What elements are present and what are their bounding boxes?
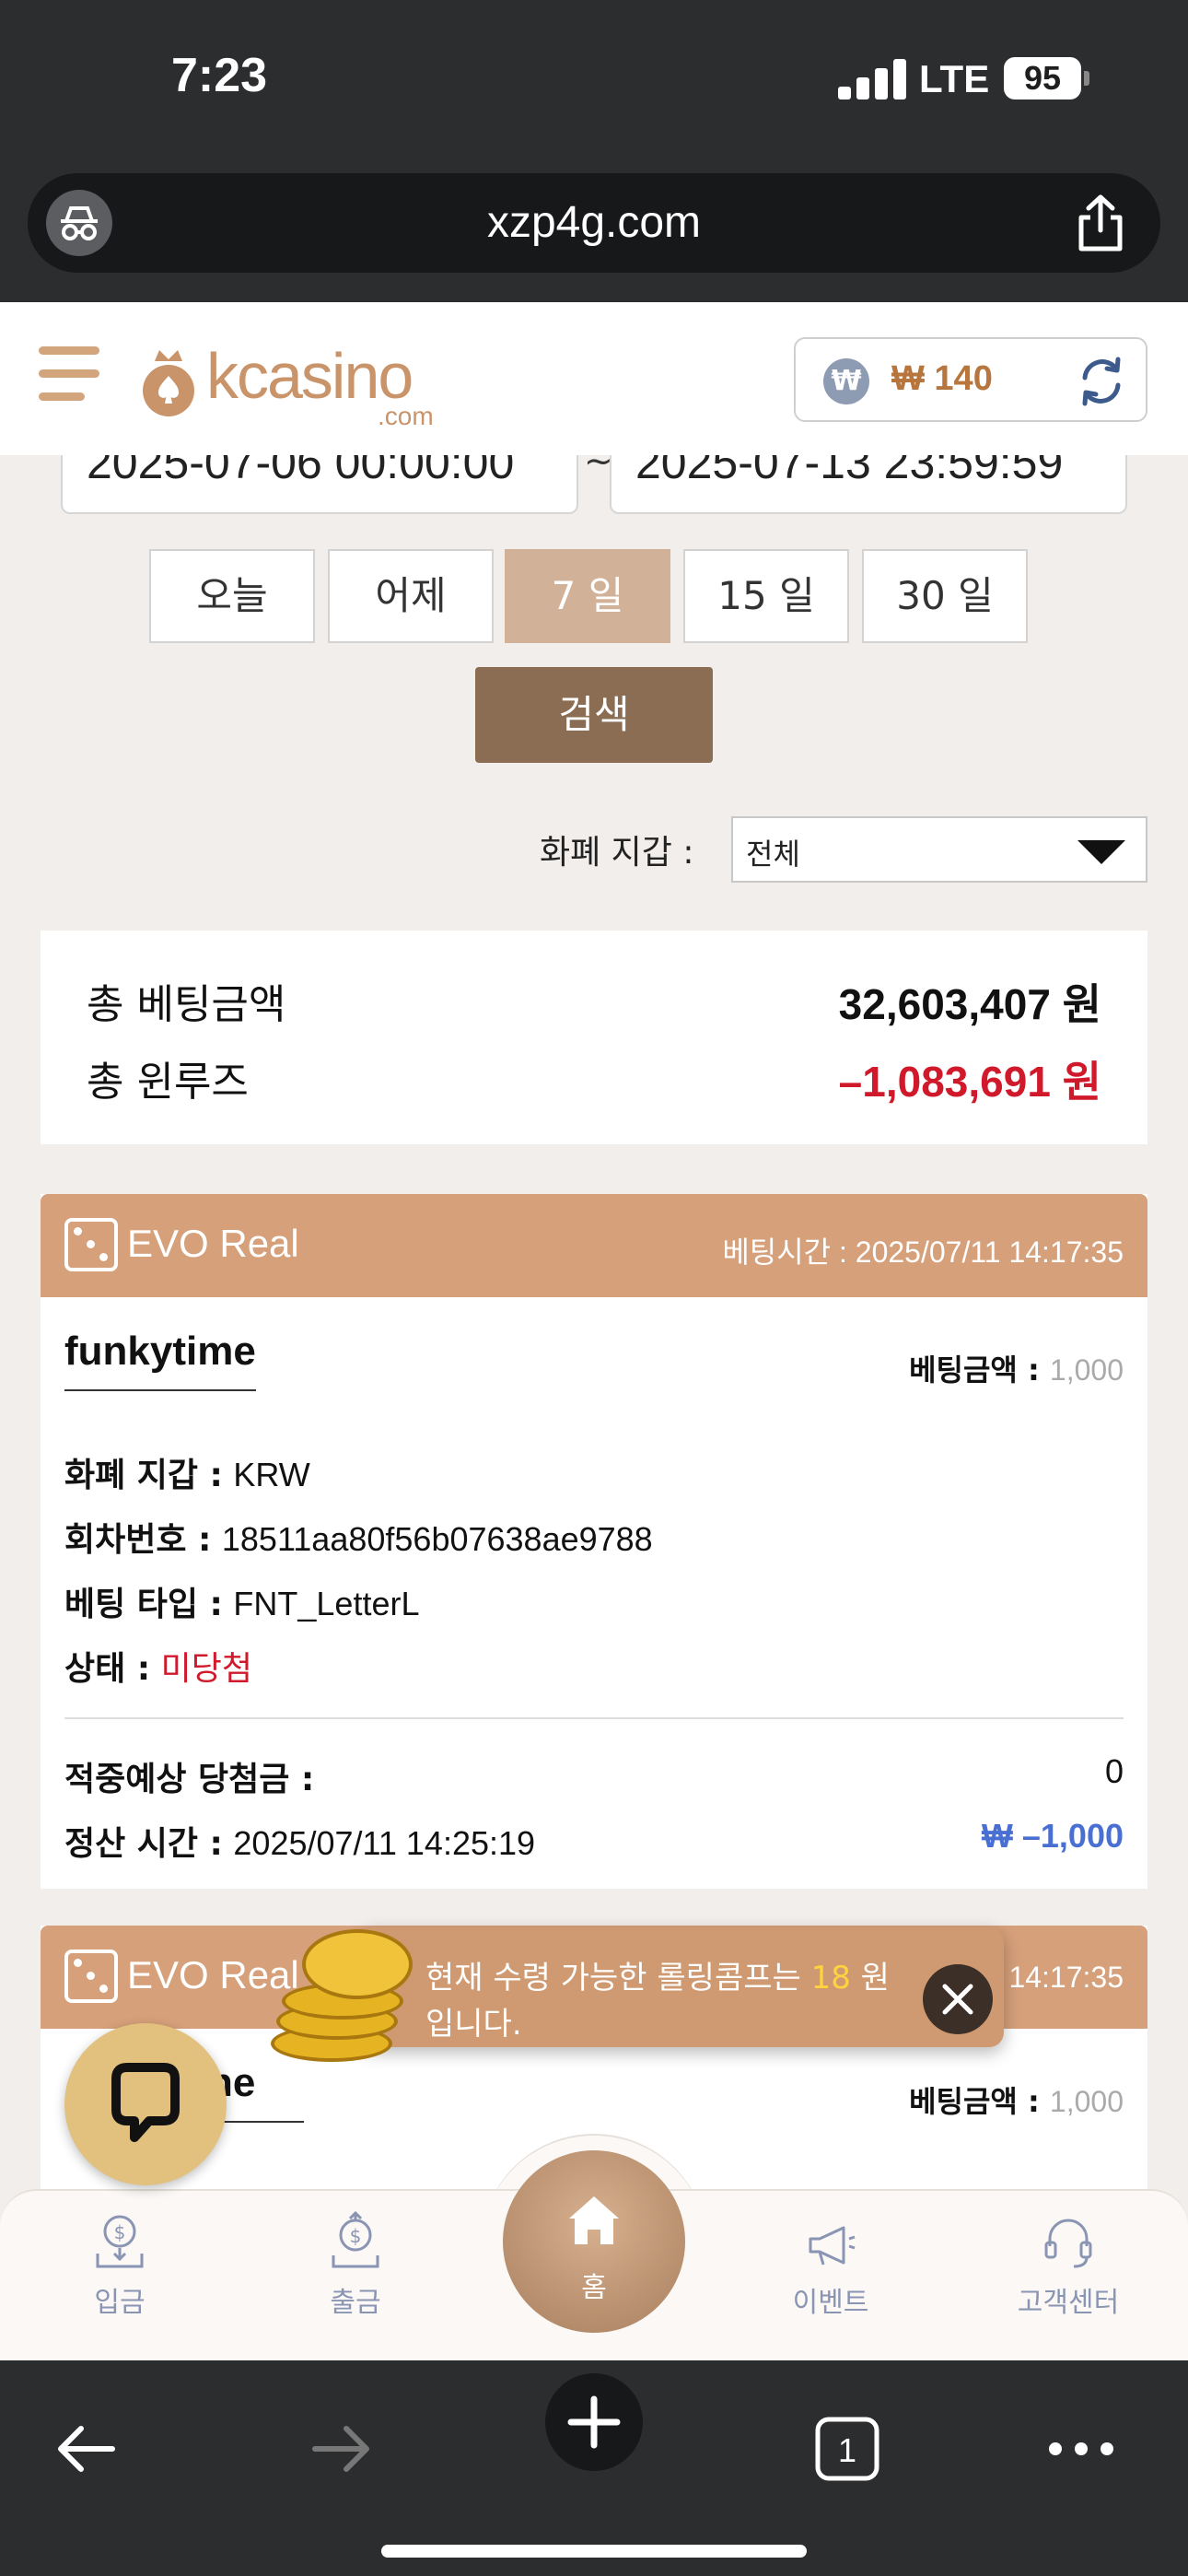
forward-arrow-icon[interactable] <box>302 2410 379 2488</box>
chat-button[interactable] <box>64 2023 227 2185</box>
total-bet-row: 총 베팅금액 32,603,407 원 <box>87 971 1101 1028</box>
card-divider <box>64 1717 1124 1719</box>
plus-icon <box>567 2395 621 2449</box>
total-bet-value: 32,603,407 원 <box>838 980 1101 1028</box>
site-header: kcasino .com ₩ ₩ 140 <box>0 302 1188 455</box>
share-icon[interactable] <box>1068 190 1133 256</box>
period-today-button[interactable]: 오늘 <box>149 549 315 643</box>
status-time: 7:23 <box>171 49 268 102</box>
more-icon[interactable] <box>1042 2410 1120 2488</box>
bet-card: EVO Real 베팅시간 : 2025/07/11 14:17:35 funk… <box>41 1194 1147 1889</box>
new-tab-button[interactable] <box>545 2373 643 2471</box>
game-name: funkytime <box>64 1329 256 1391</box>
bet-amount: 베팅금액 : 1,000 <box>909 1352 1124 1388</box>
toast-message: 현재 수령 가능한 롤링콤프는 18 원 입니다. <box>425 1960 890 2043</box>
balance-box: ₩ ₩ 140 <box>794 337 1147 422</box>
summary-panel: 총 베팅금액 32,603,407 원 총 윈루즈 –1,083,691 원 <box>41 931 1147 1144</box>
nav-support[interactable]: 고객센터 <box>985 2211 1151 2320</box>
settle-amount: ₩ –1,000 <box>981 1817 1124 1855</box>
bet-time: 베팅시간 : 2025/07/11 14:17:35 <box>722 1235 1124 1269</box>
network-type: LTE <box>919 57 990 100</box>
battery-tip <box>1084 71 1089 86</box>
period-30days-button[interactable]: 30 일 <box>862 549 1028 643</box>
period-yesterday-button[interactable]: 어제 <box>328 549 494 643</box>
balance-amount: ₩ 140 <box>891 359 993 398</box>
wallet-field: 화폐 지갑 : KRW <box>64 1456 310 1494</box>
dice-icon <box>64 1950 118 2003</box>
logo-domain: .com <box>378 402 434 430</box>
total-bet-label: 총 베팅금액 <box>87 981 286 1028</box>
chat-icon <box>111 2063 180 2142</box>
home-indicator <box>381 2545 807 2558</box>
wallet-select[interactable]: 전체 <box>731 816 1147 883</box>
url-text[interactable]: xzp4g.com <box>28 197 1160 248</box>
svg-text:$: $ <box>114 2221 126 2243</box>
close-icon[interactable] <box>923 1964 993 2034</box>
search-button[interactable]: 검색 <box>475 667 713 763</box>
bet-card-header: EVO Real 베팅시간 : 2025/07/11 14:17:35 <box>41 1194 1147 1297</box>
home-icon <box>569 2196 619 2244</box>
bet-amount: 베팅금액 : 1,000 <box>909 2084 1124 2119</box>
nav-events[interactable]: 이벤트 <box>748 2211 914 2320</box>
withdraw-icon: $ <box>332 2211 379 2268</box>
total-winloss-label: 총 윈루즈 <box>87 1059 249 1106</box>
expected-win-label: 적중예상 당첨금 : <box>64 1761 315 1798</box>
period-7days-button[interactable]: 7 일 <box>505 549 670 643</box>
rolling-comp-toast: 현재 수령 가능한 롤링콤프는 18 원 입니다. <box>359 1927 1004 2047</box>
total-winloss-value: –1,083,691 원 <box>838 1058 1101 1106</box>
signal-icon <box>838 59 908 100</box>
nav-withdraw[interactable]: $ 출금 <box>273 2211 438 2320</box>
back-arrow-icon[interactable] <box>48 2410 125 2488</box>
menu-icon[interactable] <box>39 343 99 404</box>
battery-icon: 95 <box>1004 57 1081 100</box>
deposit-icon: $ <box>96 2215 144 2268</box>
nav-deposit[interactable]: $ 입금 <box>37 2211 203 2320</box>
tabs-icon[interactable]: 1 <box>809 2410 886 2488</box>
refresh-icon[interactable] <box>1074 354 1129 409</box>
chevron-down-icon <box>1077 840 1125 864</box>
bet-provider: EVO Real <box>127 1222 299 1265</box>
browser-chrome: 7:23 LTE 95 xzp4g.com <box>0 0 1188 302</box>
wallet-filter-label: 화폐 지갑 : <box>540 834 694 872</box>
settle-time-field: 정산 시간 : 2025/07/11 14:25:19 <box>64 1824 536 1863</box>
coins-icon <box>267 1929 424 2067</box>
svg-text:1: 1 <box>838 2431 856 2469</box>
nav-home[interactable]: 홈 <box>503 2150 685 2333</box>
period-15days-button[interactable]: 15 일 <box>683 549 849 643</box>
address-bar[interactable]: xzp4g.com <box>28 173 1160 273</box>
won-coin-icon: ₩ <box>823 358 869 404</box>
expected-win-value: 0 <box>1104 1752 1124 1790</box>
wallet-select-value: 전체 <box>746 837 800 872</box>
round-field: 회차번호 : 18511aa80f56b07638ae9788 <box>64 1520 653 1559</box>
total-winloss-row: 총 윈루즈 –1,083,691 원 <box>87 1048 1101 1106</box>
bet-type-field: 베팅 타입 : FNT_LetterL <box>64 1585 420 1623</box>
bet-time: 14:17:35 <box>1008 1961 1124 1994</box>
svg-text:$: $ <box>350 2225 362 2247</box>
logo-spade-icon <box>136 346 201 420</box>
megaphone-icon <box>809 2226 856 2266</box>
dice-icon <box>64 1218 118 1271</box>
site-logo[interactable]: kcasino .com <box>136 337 459 430</box>
headset-icon <box>1044 2219 1092 2268</box>
status-field: 상태 : 미당첨 <box>64 1650 252 1688</box>
